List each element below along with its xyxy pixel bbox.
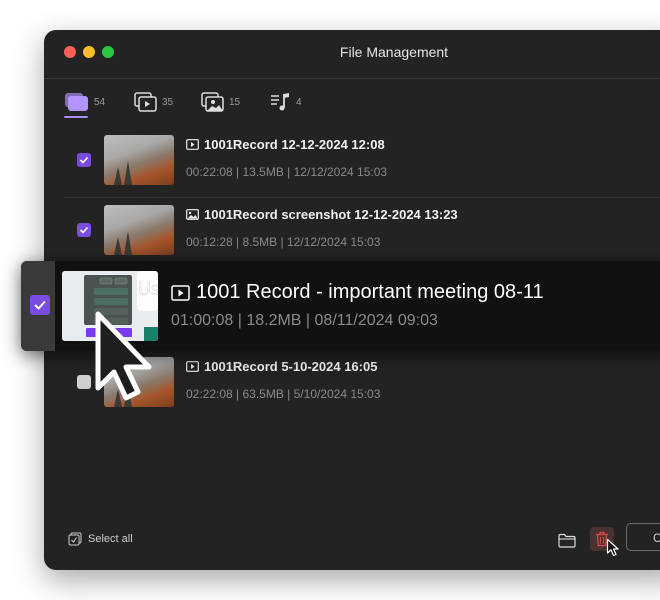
open-folder-button[interactable] xyxy=(556,529,578,551)
select-all-label: Select all xyxy=(88,533,133,545)
file-title-line: 1001Record screenshot 12-12-2024 13:23 xyxy=(186,207,458,222)
file-meta: 01:00:08 | 18.2MB | 08/11/2024 09:03 xyxy=(171,312,438,329)
title-bar: File Management xyxy=(44,30,660,79)
file-title: 1001Record screenshot 12-12-2024 13:23 xyxy=(204,207,458,222)
preview-letters: Us xyxy=(138,279,158,299)
file-meta: 02:22:08 | 63.5MB | 5/10/2024 15:03 xyxy=(186,387,381,401)
file-checkbox[interactable] xyxy=(30,295,50,315)
footer-action-button[interactable]: C xyxy=(626,523,660,551)
active-tab-indicator xyxy=(64,116,88,118)
tab-images[interactable]: 15 xyxy=(201,92,240,112)
file-title-line: 1001Record 12-12-2024 12:08 xyxy=(186,137,385,152)
tab-count: 4 xyxy=(296,96,302,108)
tab-videos[interactable]: 35 xyxy=(134,92,173,112)
checkmark-icon xyxy=(79,226,89,234)
tab-all[interactable]: 54 xyxy=(64,92,106,118)
file-checkbox[interactable] xyxy=(77,153,91,167)
video-file-icon xyxy=(186,139,199,150)
video-file-icon xyxy=(171,284,190,301)
tab-count: 35 xyxy=(162,96,174,108)
all-files-icon xyxy=(64,92,90,112)
file-title: 1001Record 5-10-2024 16:05 xyxy=(204,359,378,374)
tab-count: 15 xyxy=(229,96,241,108)
video-file-icon xyxy=(186,361,199,372)
file-row[interactable]: 1001Record 12-12-2024 12:08 00:22:08 | 1… xyxy=(64,128,660,198)
select-all-button[interactable]: Select all xyxy=(68,532,133,546)
tab-count: 54 xyxy=(94,96,106,108)
file-thumbnail xyxy=(104,135,174,185)
tab-audio[interactable]: 4 xyxy=(270,92,302,112)
footer-bar: Select all C xyxy=(44,510,660,570)
file-row[interactable]: 1001Record screenshot 12-12-2024 13:23 0… xyxy=(64,198,660,268)
file-title: 1001Record 12-12-2024 12:08 xyxy=(204,137,385,152)
file-checkbox[interactable] xyxy=(77,375,91,389)
mouse-cursor-icon xyxy=(95,311,152,401)
file-checkbox[interactable] xyxy=(77,223,91,237)
audio-files-icon xyxy=(270,92,292,112)
file-title: 1001 Record - important meeting 08-11 xyxy=(196,281,544,303)
file-meta: 00:22:08 | 13.5MB | 12/12/2024 15:03 xyxy=(186,165,388,179)
checkmark-icon xyxy=(79,156,89,164)
file-title-line: 1001Record 5-10-2024 16:05 xyxy=(186,359,377,374)
checkmark-icon xyxy=(34,300,46,310)
folder-icon xyxy=(558,533,576,548)
image-file-icon xyxy=(186,209,199,220)
file-meta: 00:12:28 | 8.5MB | 12/12/2024 15:03 xyxy=(186,235,381,249)
file-thumbnail xyxy=(104,205,174,255)
select-all-icon xyxy=(68,532,82,546)
file-title-line: 1001 Record - important meeting 08-11 xyxy=(171,281,544,304)
pointer-cursor-icon xyxy=(606,538,619,557)
video-files-icon xyxy=(134,92,158,112)
window-title: File Management xyxy=(339,44,449,60)
image-files-icon xyxy=(201,92,225,112)
